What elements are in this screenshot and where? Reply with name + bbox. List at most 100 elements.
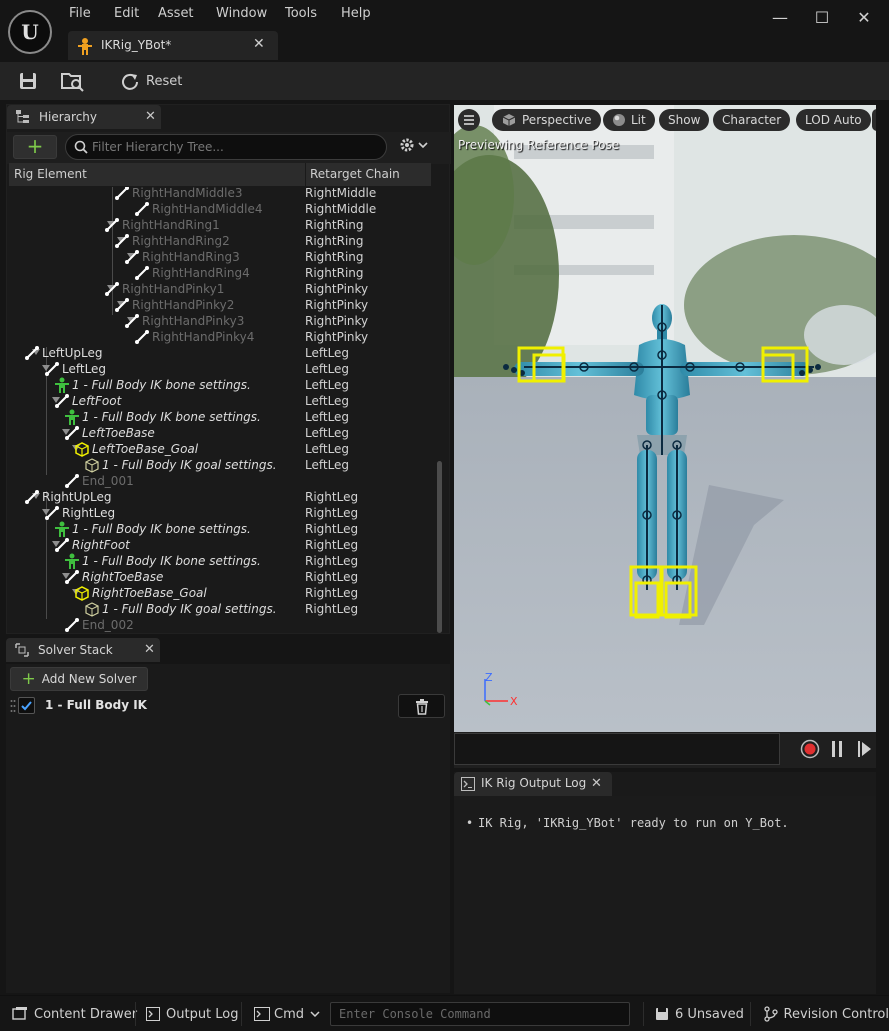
tree-row[interactable]: RightHandRing3 RightRing xyxy=(9,249,435,265)
solver-enabled-checkbox[interactable] xyxy=(18,697,35,714)
tree-row[interactable]: 1 - Full Body IK bone settings. RightLeg xyxy=(9,521,435,537)
tree-row[interactable]: 1 - Full Body IK goal settings. RightLeg xyxy=(9,601,435,617)
more-options-button[interactable] xyxy=(872,109,876,131)
reset-button[interactable]: Reset xyxy=(120,69,182,93)
output-log-tab[interactable]: IK Rig Output Log ✕ xyxy=(454,772,612,796)
record-icon[interactable] xyxy=(800,739,820,759)
rig-element-name: LeftUpLeg xyxy=(42,346,103,360)
lod-label: LOD Auto xyxy=(805,113,862,127)
revision-control-button[interactable]: Revision Control xyxy=(763,996,889,1031)
tree-row[interactable]: RightHandRing1 RightRing xyxy=(9,217,435,233)
tree-row[interactable]: RightUpLeg RightLeg xyxy=(9,489,435,505)
retarget-chain-value: RightPinky xyxy=(305,282,369,296)
hierarchy-tab[interactable]: Hierarchy ✕ xyxy=(7,105,161,129)
preview-viewport[interactable]: Z X Perspective Lit Show Character LOD A… xyxy=(454,105,876,732)
close-icon[interactable]: ✕ xyxy=(591,776,602,791)
close-window-button[interactable]: ✕ xyxy=(852,8,876,27)
filter-hierarchy-input[interactable] xyxy=(92,139,372,155)
tree-row[interactable]: RightHandRing2 RightRing xyxy=(9,233,435,249)
retarget-chain-value: RightRing xyxy=(305,250,364,264)
column-divider[interactable] xyxy=(305,163,306,187)
tree-row[interactable]: RightHandRing4 RightRing xyxy=(9,265,435,281)
lod-button[interactable]: LOD Auto xyxy=(796,109,871,131)
tree-row[interactable]: 1 - Full Body IK bone settings. RightLeg xyxy=(9,553,435,569)
solver-stack-icon xyxy=(15,643,29,657)
retarget-chain-value: LeftLeg xyxy=(305,394,350,408)
tree-row[interactable]: RightHandMiddle3 RightMiddle xyxy=(9,187,435,201)
tree-row[interactable]: RightHandPinky1 RightPinky xyxy=(9,281,435,297)
tree-row[interactable]: 1 - Full Body IK goal settings. LeftLeg xyxy=(9,457,435,473)
add-new-solver-button[interactable]: + Add New Solver xyxy=(10,667,148,691)
tree-row[interactable]: LeftLeg LeftLeg xyxy=(9,361,435,377)
status-bar: Content Drawer Output Log Cmd 6 Unsaved xyxy=(0,995,889,1031)
console-command-input[interactable] xyxy=(339,1006,619,1022)
tree-row[interactable]: LeftUpLeg LeftLeg xyxy=(9,345,435,361)
character-button[interactable]: Character xyxy=(713,109,791,131)
menu-file[interactable]: File xyxy=(69,6,91,24)
step-forward-icon[interactable] xyxy=(856,739,872,759)
rig-element-name: End_002 xyxy=(82,618,134,632)
tree-row[interactable]: 1 - Full Body IK bone settings. LeftLeg xyxy=(9,409,435,425)
menu-asset[interactable]: Asset xyxy=(158,6,194,24)
output-log-button[interactable]: Output Log xyxy=(146,996,239,1031)
browse-button[interactable] xyxy=(60,69,86,93)
retarget-chain-value: LeftLeg xyxy=(305,442,350,456)
column-retarget-chain[interactable]: Retarget Chain xyxy=(310,167,400,181)
tree-row[interactable]: End_002 xyxy=(9,617,435,633)
hierarchy-settings-button[interactable] xyxy=(399,137,435,155)
goal-settings-icon xyxy=(84,601,100,617)
menu-window[interactable]: Window xyxy=(216,6,267,24)
cmd-dropdown[interactable]: Cmd xyxy=(254,996,320,1031)
tree-row[interactable]: RightHandPinky3 RightPinky xyxy=(9,313,435,329)
rig-element-name: RightHandRing4 xyxy=(152,266,250,280)
tree-row[interactable]: RightFoot RightLeg xyxy=(9,537,435,553)
minimize-button[interactable]: — xyxy=(768,8,792,27)
tree-row[interactable]: RightHandPinky2 RightPinky xyxy=(9,297,435,313)
maximize-button[interactable]: ☐ xyxy=(810,8,834,27)
lit-button[interactable]: Lit xyxy=(603,109,655,131)
show-button[interactable]: Show xyxy=(659,109,710,131)
tree-row[interactable]: RightLeg RightLeg xyxy=(9,505,435,521)
unsaved-label: 6 Unsaved xyxy=(675,1006,744,1022)
tree-row[interactable]: 1 - Full Body IK bone settings. LeftLeg xyxy=(9,377,435,393)
retarget-chain-value: RightLeg xyxy=(305,570,359,584)
filter-hierarchy-field[interactable] xyxy=(65,134,387,160)
save-button[interactable] xyxy=(18,69,38,93)
tree-row[interactable]: LeftFoot LeftLeg xyxy=(9,393,435,409)
document-tab[interactable]: IKRig_YBot* ✕ xyxy=(68,31,278,60)
add-element-button[interactable]: + xyxy=(13,135,57,159)
console-command-field[interactable] xyxy=(330,1002,630,1026)
perspective-button[interactable]: Perspective xyxy=(492,109,601,131)
bone-icon xyxy=(24,489,40,505)
unsaved-button[interactable]: 6 Unsaved xyxy=(655,996,744,1031)
pause-icon[interactable] xyxy=(830,739,844,759)
content-drawer-button[interactable]: Content Drawer xyxy=(12,996,137,1031)
viewport-text-field[interactable] xyxy=(454,733,780,765)
hierarchy-scrollbar[interactable] xyxy=(437,461,442,633)
viewport-options-button[interactable] xyxy=(458,109,480,131)
menu-edit[interactable]: Edit xyxy=(114,6,139,24)
solver-row[interactable]: 1 - Full Body IK xyxy=(6,694,450,718)
delete-solver-button[interactable] xyxy=(398,694,445,718)
unreal-logo-icon[interactable]: U xyxy=(8,10,52,54)
solver-stack-tab[interactable]: Solver Stack ✕ xyxy=(6,638,160,662)
tree-row[interactable]: LeftToeBase_Goal LeftLeg xyxy=(9,441,435,457)
tree-row[interactable]: LeftToeBase LeftLeg xyxy=(9,425,435,441)
tree-row[interactable]: RightToeBase_Goal RightLeg xyxy=(9,585,435,601)
menu-help[interactable]: Help xyxy=(341,6,371,24)
drag-handle-icon[interactable] xyxy=(10,699,16,713)
retarget-chain-value: LeftLeg xyxy=(305,362,350,376)
rig-element-name: 1 - Full Body IK bone settings. xyxy=(72,522,251,536)
column-rig-element[interactable]: Rig Element xyxy=(14,167,87,181)
bone-icon xyxy=(64,425,80,441)
tree-row[interactable]: RightHandPinky4 RightPinky xyxy=(9,329,435,345)
close-icon[interactable]: ✕ xyxy=(253,36,265,52)
tree-row[interactable]: RightToeBase RightLeg xyxy=(9,569,435,585)
tree-row[interactable]: End_001 xyxy=(9,473,435,489)
tree-row[interactable]: RightHandMiddle4 RightMiddle xyxy=(9,201,435,217)
close-icon[interactable]: ✕ xyxy=(144,642,155,657)
viewport-bottom-bar xyxy=(454,732,876,768)
close-icon[interactable]: ✕ xyxy=(145,109,156,124)
terminal-icon xyxy=(146,1007,160,1021)
menu-tools[interactable]: Tools xyxy=(285,6,317,24)
